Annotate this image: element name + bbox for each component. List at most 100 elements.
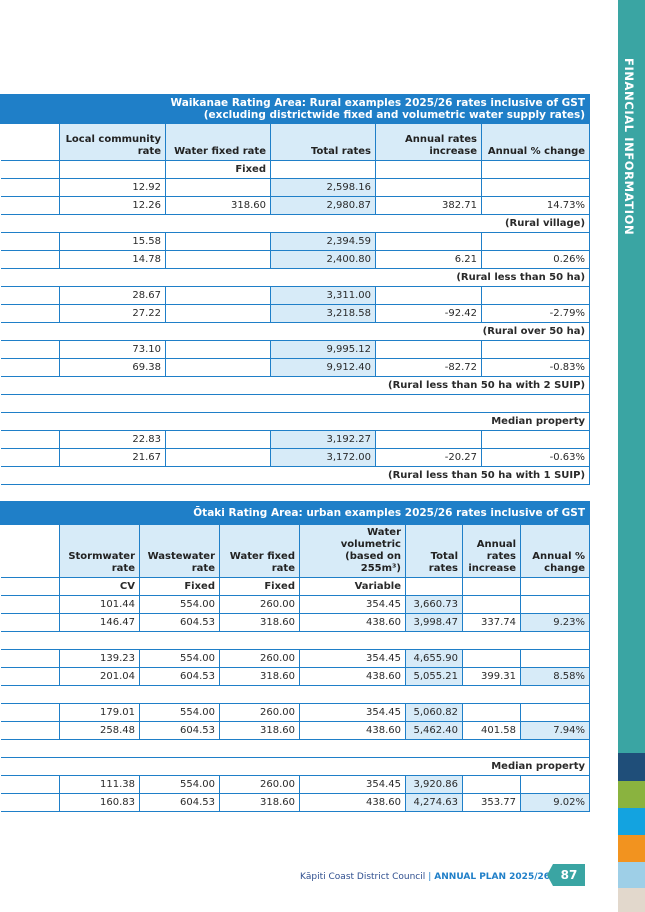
table-cell: 604.53	[139, 721, 220, 740]
table-cell: 160.83	[59, 793, 140, 812]
property-label-row: Median property	[0, 757, 591, 776]
table-row: 139.23 554.00 260.00 354.45 4,655.90	[0, 649, 591, 668]
property-label: (Rural village)	[0, 214, 591, 233]
table-cell: 73.10	[59, 340, 166, 359]
property-label: (Rural less than 50 ha with 1 SUIP)	[0, 466, 591, 485]
table-cell: 111.38	[59, 775, 140, 794]
table-cell	[0, 250, 60, 269]
spacer-row	[0, 685, 591, 704]
table-cell: 2,394.59	[270, 232, 376, 251]
table-row: 258.48 604.53 318.60 438.60 5,462.40 401.58 7.…	[0, 721, 591, 740]
table-cell: 7.94%	[519, 721, 591, 740]
property-label-row: Median property	[0, 412, 591, 431]
table-cell: 438.60	[299, 613, 406, 632]
property-label-row: (Rural village)	[0, 214, 591, 233]
rating-basis: Fixed	[139, 577, 220, 596]
table-cell: 2,400.80	[270, 250, 376, 269]
table-header-row: Stormwater rate Wastewater rate Water fixe…	[0, 524, 591, 578]
table-cell: 554.00	[139, 703, 220, 722]
table-row: 14.78 2,400.80 6.21 0.26%	[0, 250, 591, 269]
column-header: Annual rates increase	[375, 123, 482, 161]
column-header	[0, 524, 60, 578]
table-cell: 5,462.40	[405, 721, 463, 740]
property-label: (Rural less than 50 ha with 2 SUIP)	[0, 376, 591, 395]
table-cell	[0, 613, 60, 632]
table-cell	[480, 430, 591, 449]
sidebar-color-segment	[618, 753, 645, 781]
table-row: 111.38 554.00 260.00 354.45 3,920.86	[0, 775, 591, 794]
table-cell	[0, 775, 60, 794]
property-label: (Rural less than 50 ha)	[0, 268, 591, 287]
table-cell: 3,998.47	[405, 613, 463, 632]
otaki-rates-table: Ōtaki Rating Area: urban examples 2025/2…	[0, 501, 591, 812]
table-cell	[0, 649, 60, 668]
table-cell	[519, 649, 591, 668]
sidebar-color-segment	[618, 781, 645, 808]
waikanae-rates-table: Waikanae Rating Area: Rural examples 202…	[0, 94, 591, 485]
table-title-row: Waikanae Rating Area: Rural examples 202…	[0, 94, 591, 124]
table-cell: 318.60	[219, 613, 300, 632]
table-cell	[0, 286, 60, 305]
table-cell: 604.53	[139, 667, 220, 686]
table-row: 160.83 604.53 318.60 438.60 4,274.63 353.77 9.…	[0, 793, 591, 812]
column-header: Water fixed rate	[165, 123, 271, 161]
property-label-row: (Rural less than 50 ha)	[0, 268, 591, 287]
table-cell: 260.00	[219, 775, 300, 794]
table-cell: -92.42	[375, 304, 482, 323]
table-cell: 12.26	[59, 196, 166, 215]
table-cell: 27.22	[59, 304, 166, 323]
table-row: 101.44 554.00 260.00 354.45 3,660.73	[0, 595, 591, 614]
column-header: Water volumetric (based on 255m³)	[299, 524, 406, 578]
table-row: 201.04 604.53 318.60 438.60 5,055.21 399.31 8.…	[0, 667, 591, 686]
table-row: 22.83 3,192.27	[0, 430, 591, 449]
table-cell	[375, 286, 482, 305]
sidebar-color-segment	[618, 888, 645, 912]
table-row: 27.22 3,218.58 -92.42 -2.79%	[0, 304, 591, 323]
table-cell: -0.83%	[480, 358, 591, 377]
table-cell: 179.01	[59, 703, 140, 722]
table-cell: -0.63%	[480, 448, 591, 467]
table-header-row: Local community rate Water fixed rate Tota…	[0, 123, 591, 161]
table-cell	[165, 286, 271, 305]
table-cell: 258.48	[59, 721, 140, 740]
table-cell	[270, 160, 376, 179]
table-cell	[165, 430, 271, 449]
table-cell: 5,060.82	[405, 703, 463, 722]
table-cell	[0, 793, 60, 812]
table-cell	[59, 160, 166, 179]
rating-basis: Variable	[299, 577, 406, 596]
column-header: Stormwater rate	[59, 524, 140, 578]
table-cell	[0, 631, 591, 650]
column-header: Annual % change	[519, 524, 591, 578]
table-row: 146.47 604.53 318.60 438.60 3,998.47 337.74 9.…	[0, 613, 591, 632]
table-cell: 260.00	[219, 703, 300, 722]
rating-basis: Fixed	[219, 577, 300, 596]
table-cell	[0, 448, 60, 467]
table-cell: 3,920.86	[405, 775, 463, 794]
table-row: 15.58 2,394.59	[0, 232, 591, 251]
table-cell: 4,274.63	[405, 793, 463, 812]
table-cell: 354.45	[299, 775, 406, 794]
table-cell: 69.38	[59, 358, 166, 377]
column-header: Total rates	[405, 524, 463, 578]
table-cell	[0, 430, 60, 449]
table-cell: 14.73%	[480, 196, 591, 215]
table-cell: 5,055.21	[405, 667, 463, 686]
table-cell: 353.77	[462, 793, 521, 812]
table-cell	[0, 577, 60, 596]
table-cell	[519, 577, 591, 596]
table-cell	[0, 685, 591, 704]
sidebar-title: FINANCIAL INFORMATION	[622, 58, 636, 236]
table-cell: 260.00	[219, 595, 300, 614]
table-cell	[462, 595, 521, 614]
table-cell: 14.78	[59, 250, 166, 269]
table-cell: 3,218.58	[270, 304, 376, 323]
table-cell: -82.72	[375, 358, 482, 377]
table-cell: 6.21	[375, 250, 482, 269]
table-cell	[375, 340, 482, 359]
sidebar: FINANCIAL INFORMATION	[618, 0, 645, 912]
table-cell	[0, 595, 60, 614]
table-cell: 2,598.16	[270, 178, 376, 197]
property-label-row: (Rural over 50 ha)	[0, 322, 591, 341]
table-cell: 3,660.73	[405, 595, 463, 614]
